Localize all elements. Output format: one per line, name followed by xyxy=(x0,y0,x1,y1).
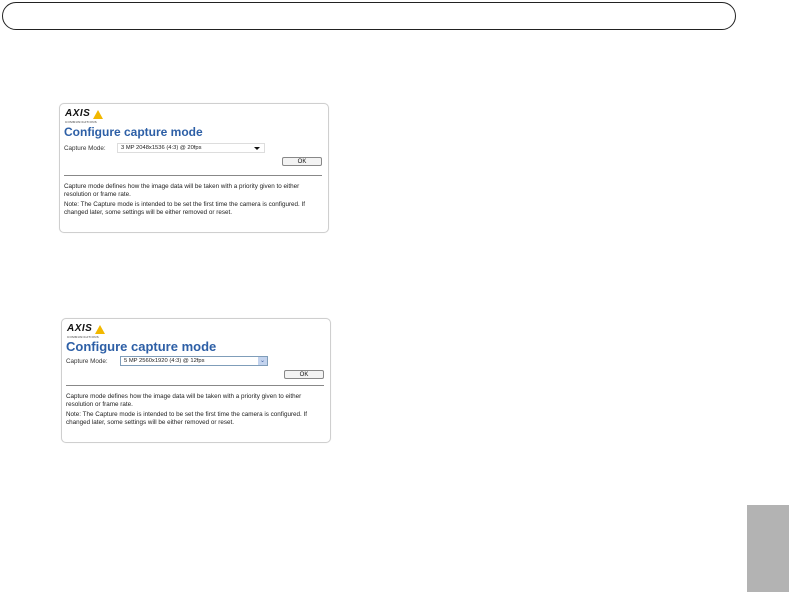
dropdown-caret-icon xyxy=(254,147,260,150)
logo-triangle-icon xyxy=(93,110,103,119)
note-text: Note: The Capture mode is intended to be… xyxy=(66,411,308,426)
capture-mode-dialog-1: AXIS COMMUNICATIONS Configure capture mo… xyxy=(59,103,329,233)
dialog-title: Configure capture mode xyxy=(64,125,203,139)
capture-mode-dialog-2: AXIS COMMUNICATIONS Configure capture mo… xyxy=(61,318,331,443)
ok-button[interactable]: OK xyxy=(284,370,324,379)
axis-logo: AXIS COMMUNICATIONS xyxy=(67,324,107,339)
description-text: Capture mode defines how the image data … xyxy=(66,393,302,408)
capture-mode-value: 5 MP 2560x1920 (4:3) @ 12fps xyxy=(124,358,205,364)
axis-logo: AXIS COMMUNICATIONS xyxy=(65,109,105,124)
capture-mode-label: Capture Mode: xyxy=(64,145,106,152)
capture-mode-label: Capture Mode: xyxy=(66,358,108,365)
divider xyxy=(66,385,324,386)
dropdown-arrow-icon[interactable]: ⌄ xyxy=(258,357,267,365)
dialog-title: Configure capture mode xyxy=(66,339,217,354)
logo-triangle-icon xyxy=(95,325,105,334)
divider xyxy=(64,175,322,176)
note-text: Note: The Capture mode is intended to be… xyxy=(64,201,306,216)
capture-mode-value: 3 MP 2048x1536 (4:3) @ 20fps xyxy=(121,145,202,151)
capture-mode-select[interactable]: 3 MP 2048x1536 (4:3) @ 20fps xyxy=(117,143,265,153)
ok-button[interactable]: OK xyxy=(282,157,322,166)
side-tab xyxy=(747,505,789,592)
header-bar xyxy=(2,2,736,30)
capture-mode-select[interactable]: 5 MP 2560x1920 (4:3) @ 12fps ⌄ xyxy=(120,356,268,366)
description-text: Capture mode defines how the image data … xyxy=(64,183,300,198)
